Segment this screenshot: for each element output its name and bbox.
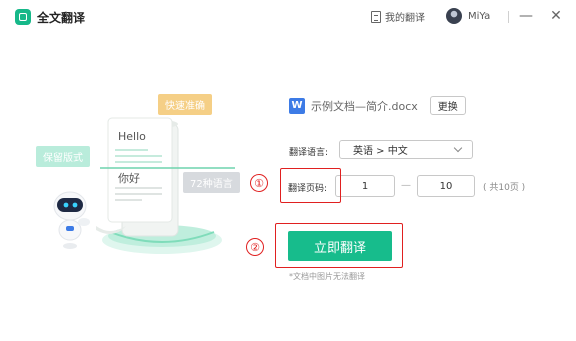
word-document-icon: W [289, 97, 305, 114]
file-name: 示例文档—简介.docx [311, 99, 418, 113]
page-from-input[interactable]: 1 [335, 175, 395, 197]
tag-72-languages: 72种语言 [183, 172, 240, 193]
close-button[interactable]: ✕ [546, 6, 566, 26]
page-to-input[interactable]: 10 [417, 175, 475, 197]
page-total: ( 共10页 ) [483, 183, 526, 193]
app-title: 全文翻译 [37, 11, 86, 25]
my-translations-button[interactable]: 我的翻译 [371, 9, 425, 24]
tag-keep-layout: 保留版式 [36, 146, 90, 167]
annotation-box-start [275, 223, 403, 268]
hero-illustration: 快速准确 保留版式 72种语言 Hello 你好 [30, 80, 260, 270]
hello-text: Hello [118, 130, 146, 143]
my-translations-label: 我的翻译 [385, 13, 425, 24]
annotation-marker-2: ② [246, 238, 264, 256]
minimize-button[interactable]: — [516, 6, 536, 26]
titlebar-divider [508, 11, 509, 23]
change-file-button[interactable]: 更换 [429, 96, 466, 115]
document-icon [371, 10, 381, 23]
language-label: 翻译语言: [289, 148, 329, 158]
image-note: *文档中图片无法翻译 [289, 272, 365, 281]
nihao-text: 你好 [118, 172, 140, 185]
language-value: 英语 > 中文 [353, 146, 408, 157]
username: MiYa [468, 10, 491, 22]
user-menu[interactable]: MiYa [446, 8, 490, 24]
tag-fast-accurate: 快速准确 [158, 94, 212, 115]
annotation-marker-1: ① [250, 174, 268, 192]
app-logo-icon [15, 9, 31, 25]
chevron-down-icon [453, 143, 463, 153]
annotation-box-pages [280, 168, 341, 203]
language-select[interactable]: 英语 > 中文 [339, 140, 473, 159]
avatar [446, 8, 462, 24]
title-bar: 全文翻译 我的翻译 MiYa — ✕ [0, 0, 576, 34]
file-row: W 示例文档—简介.docx 更换 [289, 96, 466, 115]
page-range-dash: — [401, 180, 411, 191]
